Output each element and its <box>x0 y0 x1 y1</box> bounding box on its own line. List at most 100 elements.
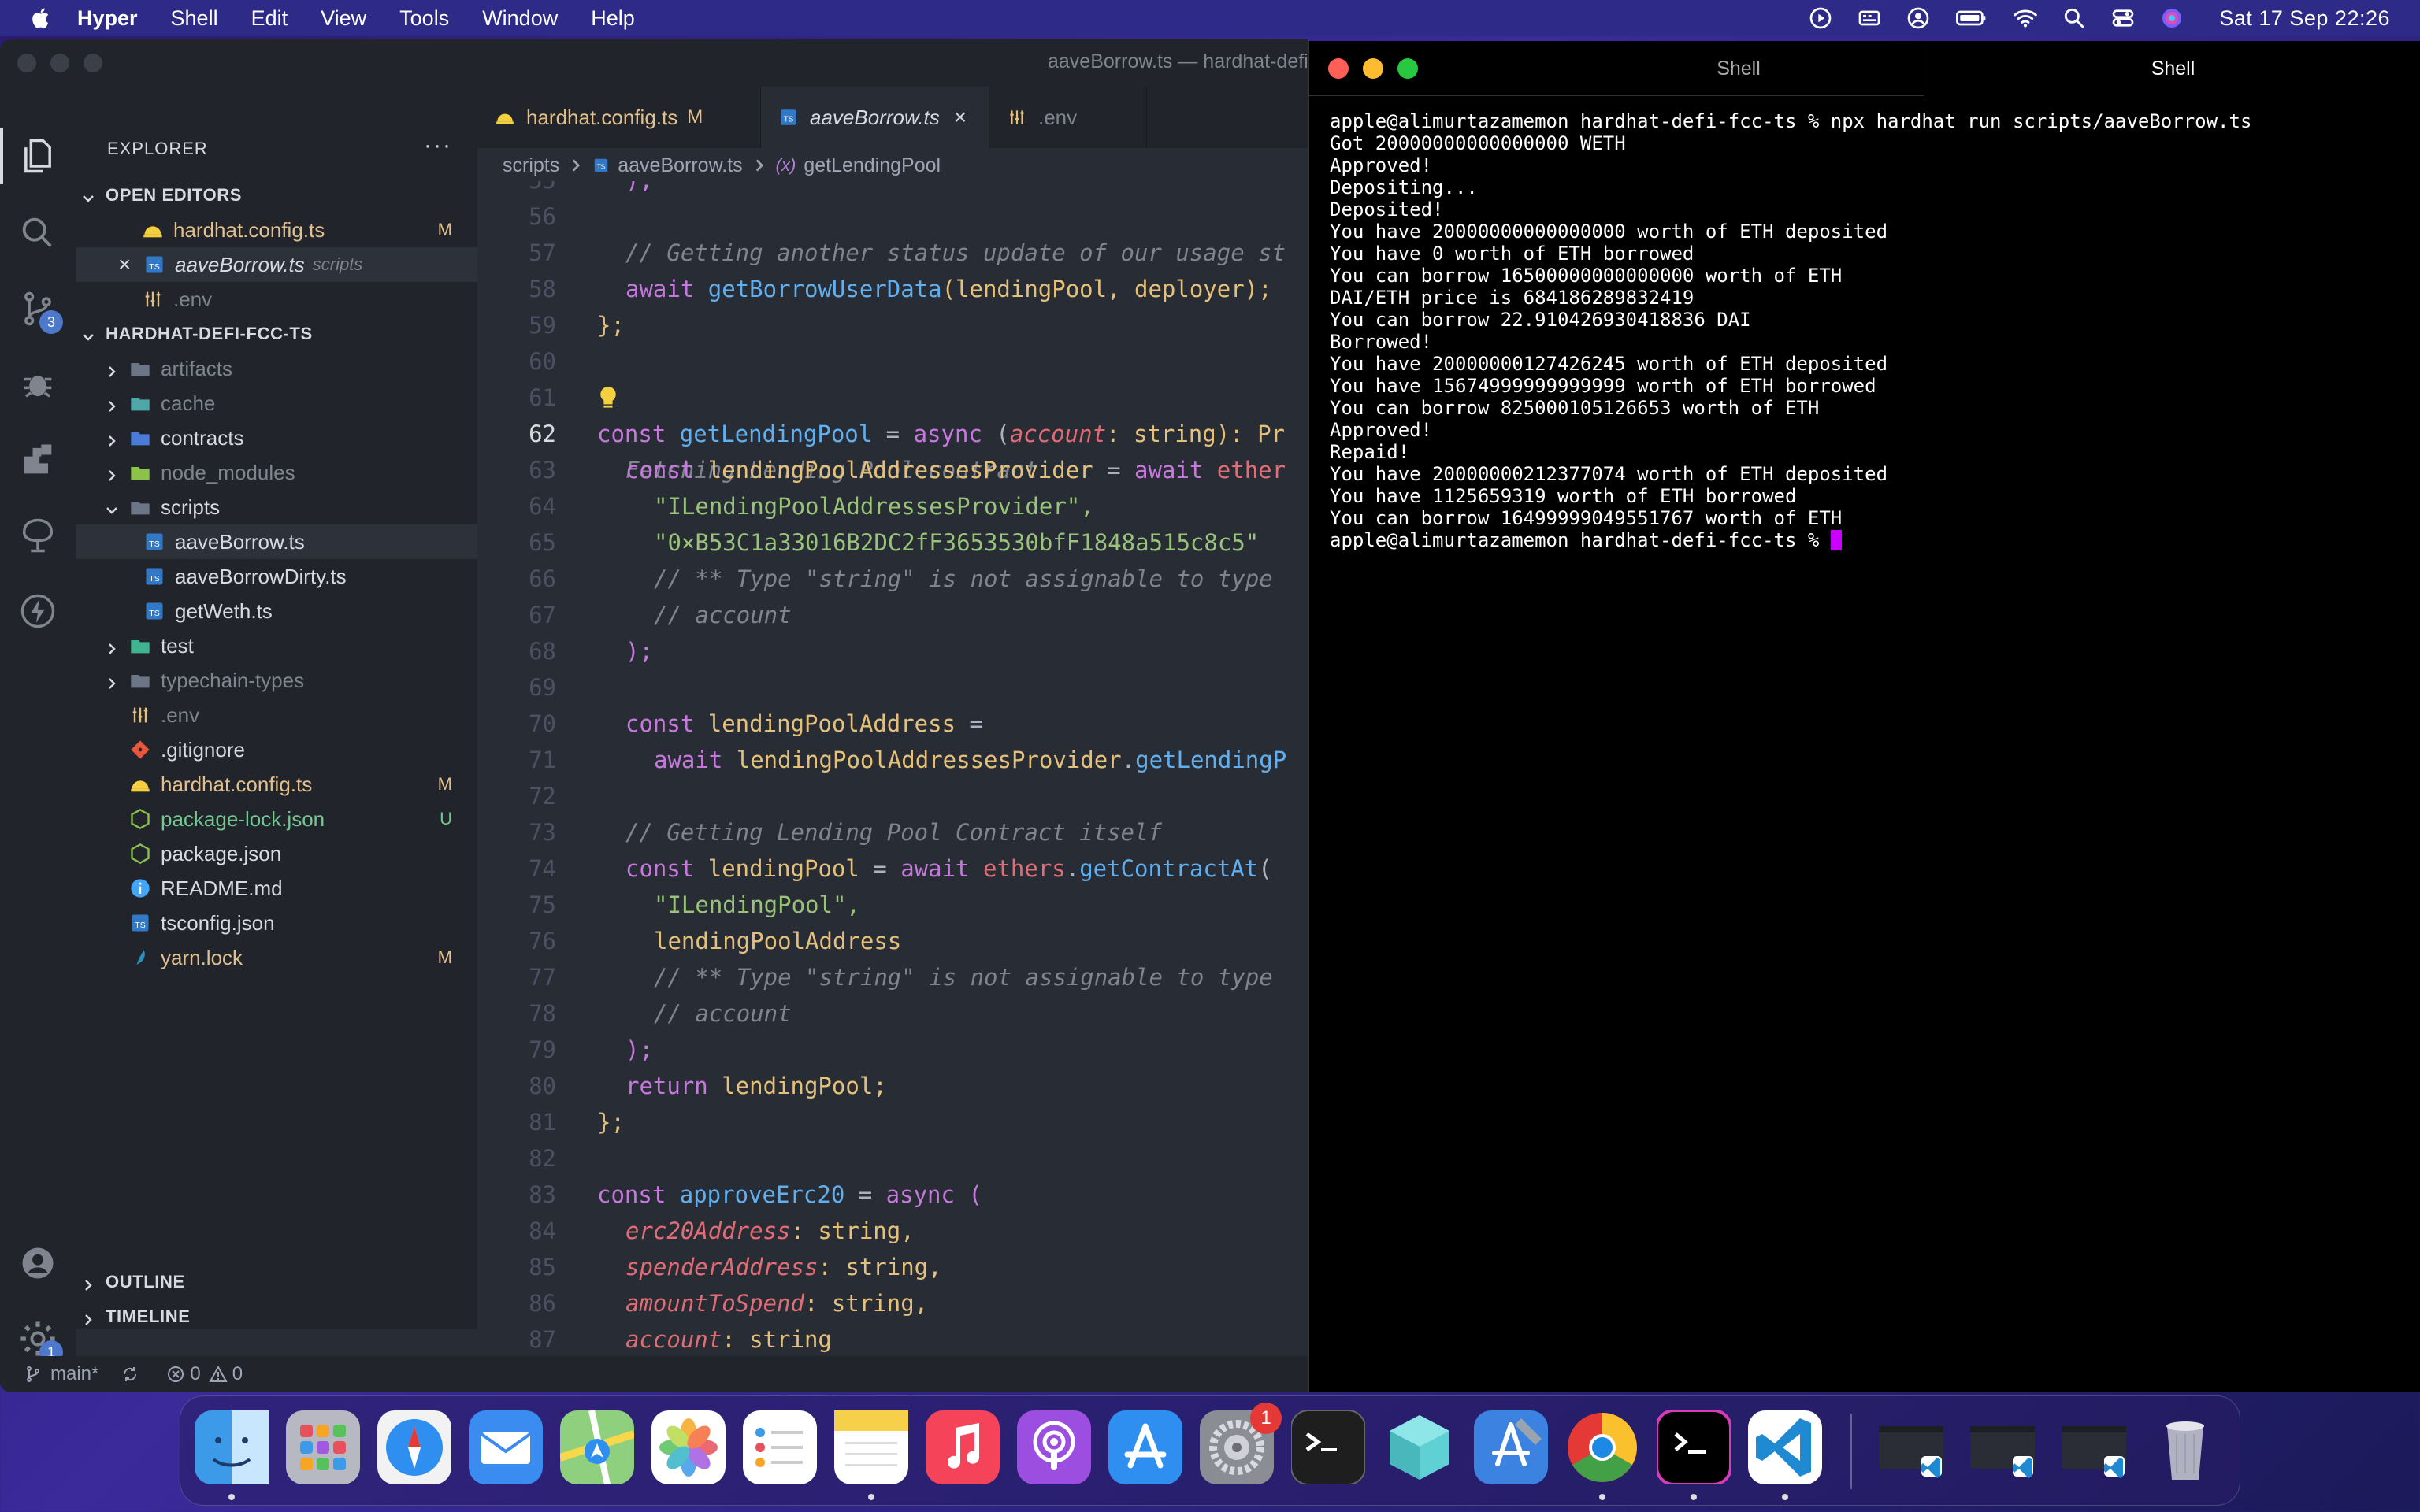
tree-folder-test[interactable]: test <box>76 628 477 663</box>
terminal-icon[interactable] <box>1290 1410 1366 1485</box>
tree-file-aaveborrow[interactable]: TS aaveBorrow.ts <box>76 524 477 559</box>
menu-window[interactable]: Window <box>482 6 558 31</box>
warning-count[interactable]: 0 <box>232 1363 243 1385</box>
minimized-vscode-window-icon[interactable] <box>2057 1410 2131 1484</box>
tree-folder-artifacts[interactable]: artifacts <box>76 351 477 386</box>
sync-icon[interactable] <box>121 1365 139 1384</box>
error-count[interactable]: 0 <box>190 1363 200 1385</box>
breadcrumb-symbol[interactable]: getLendingPool <box>804 154 941 177</box>
menu-app-name[interactable]: Hyper <box>77 6 138 31</box>
menu-edit[interactable]: Edit <box>251 6 288 31</box>
terminal-output[interactable]: apple@alimurtazamemon hardhat-defi-fcc-t… <box>1330 110 2409 551</box>
close-window-button[interactable] <box>1328 58 1349 79</box>
close-window-button[interactable] <box>17 54 36 72</box>
menu-tools[interactable]: Tools <box>399 6 449 31</box>
run-debug-icon[interactable] <box>17 364 58 405</box>
search-icon[interactable] <box>17 213 58 254</box>
code-editor[interactable]: 55); 56 57 // Getting another status upda… <box>477 181 1308 1392</box>
account-icon[interactable] <box>17 1243 58 1284</box>
git-branch[interactable]: main* <box>50 1363 98 1385</box>
tree-folder-node-modules[interactable]: node_modules <box>76 455 477 490</box>
tree-file-yarn-lock[interactable]: yarn.lock M <box>76 940 477 975</box>
breadcrumb-folder[interactable]: scripts <box>503 154 559 177</box>
explorer-icon[interactable] <box>0 128 58 184</box>
terminal-prompt-line[interactable]: apple@alimurtazamemon hardhat-defi-fcc-t… <box>1330 529 2409 551</box>
notes-icon[interactable] <box>834 1410 908 1484</box>
user-circle-icon[interactable] <box>1906 6 1931 31</box>
hyper-icon[interactable] <box>1655 1409 1732 1486</box>
vscode-icon[interactable] <box>1748 1410 1822 1484</box>
zoom-window-button[interactable] <box>1397 58 1418 79</box>
tree-file-env[interactable]: .env <box>76 698 477 732</box>
lightbulb-icon[interactable] <box>597 384 619 411</box>
timeline-header[interactable]: TIMELINE <box>76 1299 477 1334</box>
tree-file-getweth[interactable]: TS getWeth.ts <box>76 594 477 628</box>
tree-file-aaveborrowdirty[interactable]: TS aaveBorrowDirty.ts <box>76 559 477 594</box>
open-editor-item[interactable]: hardhat.config.ts M <box>76 213 477 247</box>
extensions-icon[interactable] <box>17 439 58 480</box>
menu-help[interactable]: Help <box>591 6 635 31</box>
finder-icon[interactable] <box>195 1410 269 1484</box>
control-center-icon[interactable] <box>2110 6 2136 31</box>
zoom-window-button[interactable] <box>84 54 102 72</box>
more-actions-icon[interactable]: ··· <box>424 132 452 159</box>
tree-file-gitignore[interactable]: .gitignore <box>76 732 477 767</box>
wifi-icon[interactable] <box>2013 6 2038 31</box>
tree-file-package-lock[interactable]: package-lock.json U <box>76 802 477 836</box>
apple-icon[interactable] <box>30 6 54 30</box>
mail-icon[interactable] <box>469 1410 543 1484</box>
siri-icon[interactable] <box>2159 6 2184 31</box>
source-control-icon[interactable]: 3 <box>17 288 63 334</box>
terminal-tab-active[interactable]: Shell <box>1924 41 2420 96</box>
breadcrumb-file[interactable]: aaveBorrow.ts <box>618 154 742 177</box>
lightning-icon[interactable] <box>17 591 58 632</box>
tree-folder-cache[interactable]: cache <box>76 386 477 421</box>
tree-file-hardhat-config[interactable]: hardhat.config.ts M <box>76 767 477 802</box>
menu-shell[interactable]: Shell <box>171 6 218 31</box>
minimize-window-button[interactable] <box>1363 58 1383 79</box>
menu-view[interactable]: View <box>321 6 366 31</box>
tree-file-package-json[interactable]: package.json <box>76 836 477 871</box>
minimized-vscode-window-icon[interactable] <box>1965 1410 2040 1484</box>
outline-header[interactable]: OUTLINE <box>76 1265 477 1299</box>
photos-icon[interactable] <box>651 1410 726 1484</box>
tree-folder-scripts[interactable]: scripts <box>76 490 477 524</box>
minimize-window-button[interactable] <box>50 54 69 72</box>
manage-gear-icon[interactable]: 1 <box>17 1318 63 1364</box>
keyboard-icon[interactable] <box>1857 6 1882 31</box>
chrome-icon[interactable] <box>1565 1410 1639 1484</box>
spotlight-search-icon[interactable] <box>2062 6 2087 31</box>
project-header[interactable]: HARDHAT-DEFI-FCC-TS <box>76 317 477 351</box>
podcasts-icon[interactable] <box>1017 1410 1091 1484</box>
open-editor-item-active[interactable]: × TS aaveBorrow.ts scripts <box>76 247 477 282</box>
tree-item-label: contracts <box>161 425 244 450</box>
open-editors-header[interactable]: OPEN EDITORS <box>76 178 477 213</box>
close-editor-icon[interactable]: × <box>118 252 140 277</box>
tab-env[interactable]: .env <box>989 87 1147 148</box>
cube-icon[interactable] <box>1383 1410 1457 1484</box>
tab-aaveborrow[interactable]: TS aaveBorrow.ts × <box>761 87 989 148</box>
close-tab-icon[interactable]: × <box>954 105 967 130</box>
app-store-icon[interactable] <box>1108 1410 1182 1484</box>
safari-icon[interactable] <box>377 1410 451 1484</box>
minimized-vscode-window-icon[interactable] <box>1874 1410 1948 1484</box>
open-editor-item[interactable]: .env <box>76 282 477 317</box>
tree-folder-typechain[interactable]: typechain-types <box>76 663 477 698</box>
music-icon[interactable] <box>926 1410 1000 1484</box>
menu-clock[interactable]: Sat 17 Sep 22:26 <box>2219 6 2390 31</box>
tree-folder-contracts[interactable]: contracts <box>76 421 477 455</box>
tree-file-readme[interactable]: README.md <box>76 871 477 906</box>
svg-text:TS: TS <box>149 609 159 618</box>
launchpad-icon[interactable] <box>286 1410 360 1484</box>
terminal-tab[interactable]: Shell <box>1506 41 1971 96</box>
xcode-icon[interactable] <box>1474 1410 1548 1484</box>
reminders-icon[interactable] <box>743 1410 817 1484</box>
remote-explorer-icon[interactable] <box>17 515 58 556</box>
trash-icon[interactable] <box>2148 1410 2222 1484</box>
battery-icon[interactable] <box>1954 6 1989 31</box>
tab-hardhat-config[interactable]: hardhat.config.ts M <box>477 87 761 148</box>
maps-icon[interactable] <box>559 1410 636 1485</box>
system-preferences-icon[interactable]: 1 <box>1200 1403 1282 1484</box>
play-circle-icon[interactable] <box>1808 6 1833 31</box>
tree-file-tsconfig[interactable]: TS tsconfig.json <box>76 906 477 940</box>
